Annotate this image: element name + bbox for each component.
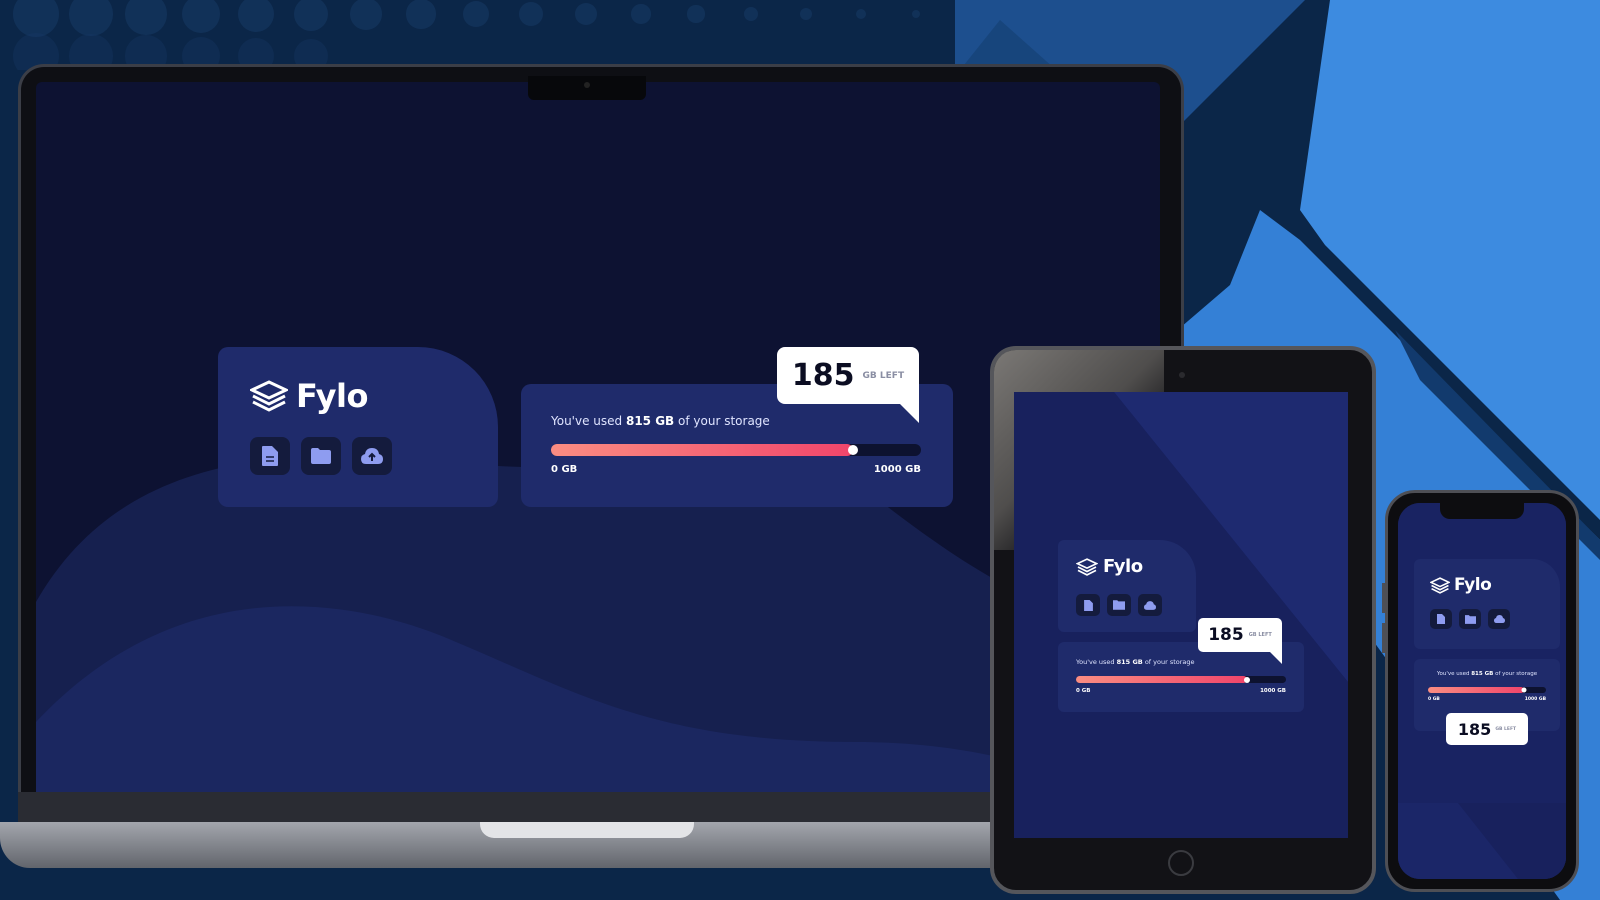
tablet-screen: Fylo You've used 815 GB of your storage … bbox=[1014, 392, 1348, 838]
remaining-value: 185 bbox=[791, 358, 855, 393]
storage-progress-bar bbox=[551, 444, 921, 456]
min-label: 0 GB bbox=[551, 464, 578, 475]
laptop-notch bbox=[528, 76, 646, 100]
laptop-camera bbox=[584, 82, 590, 88]
remaining-unit: GB LEFT bbox=[1248, 632, 1272, 638]
phone-fylo-logo: Fylo bbox=[1430, 575, 1492, 595]
cloud-upload-icon bbox=[1144, 600, 1156, 610]
logo-text: Fylo bbox=[1103, 556, 1143, 577]
folder-icon bbox=[1464, 614, 1476, 624]
progress-fill bbox=[551, 444, 853, 456]
remaining-bubble: 185 GB LEFT bbox=[1198, 618, 1282, 652]
storage-progress-bar bbox=[1076, 676, 1286, 683]
folder-button[interactable] bbox=[301, 437, 341, 475]
document-button[interactable] bbox=[1430, 609, 1452, 629]
remaining-value: 185 bbox=[1208, 625, 1244, 645]
phone-device: Fylo You've used 815 GB of your storage … bbox=[1382, 490, 1579, 892]
folder-button[interactable] bbox=[1459, 609, 1481, 629]
phone-screen: Fylo You've used 815 GB of your storage … bbox=[1398, 503, 1566, 879]
folder-icon bbox=[311, 448, 331, 464]
storage-limits: 0 GB 1000 GB bbox=[551, 464, 921, 475]
icon-button-row bbox=[250, 437, 392, 475]
document-button[interactable] bbox=[1076, 594, 1100, 616]
tablet-usage-panel: You've used 815 GB of your storage 0 GB … bbox=[1058, 642, 1304, 712]
min-label: 0 GB bbox=[1428, 697, 1440, 702]
storage-progress-bar bbox=[1428, 687, 1546, 693]
document-icon bbox=[1437, 614, 1445, 624]
progress-knob bbox=[1244, 676, 1251, 683]
min-label: 0 GB bbox=[1076, 688, 1091, 694]
tablet-brand-panel: Fylo bbox=[1058, 540, 1196, 632]
layers-logo-icon bbox=[250, 380, 288, 412]
tablet-home-button[interactable] bbox=[1168, 850, 1194, 876]
max-label: 1000 GB bbox=[873, 464, 921, 475]
storage-limits: 0 GB 1000 GB bbox=[1076, 688, 1286, 694]
phone-side-button[interactable] bbox=[1382, 623, 1385, 653]
folder-icon bbox=[1113, 600, 1125, 610]
folder-button[interactable] bbox=[1107, 594, 1131, 616]
upload-button[interactable] bbox=[352, 437, 392, 475]
remaining-value: 185 bbox=[1457, 719, 1492, 739]
document-button[interactable] bbox=[250, 437, 290, 475]
upload-button[interactable] bbox=[1138, 594, 1162, 616]
bubble-tail bbox=[900, 404, 919, 423]
tablet-device: Fylo You've used 815 GB of your storage … bbox=[990, 346, 1376, 894]
layers-logo-icon bbox=[1076, 557, 1098, 576]
upload-button[interactable] bbox=[1488, 609, 1510, 629]
progress-knob bbox=[847, 445, 858, 455]
document-icon bbox=[262, 446, 278, 466]
logo-text: Fylo bbox=[1454, 575, 1492, 595]
remaining-unit: GB LEFT bbox=[1495, 726, 1517, 732]
progress-knob bbox=[1521, 687, 1527, 693]
progress-fill bbox=[1076, 676, 1248, 683]
usage-text: You've used 815 GB of your storage bbox=[1076, 658, 1195, 666]
bubble-tail bbox=[1270, 652, 1282, 664]
logo-text: Fylo bbox=[296, 377, 368, 415]
brand-panel: Fylo bbox=[218, 347, 498, 507]
phone-icon-row bbox=[1430, 609, 1510, 629]
phone-brand-panel: Fylo bbox=[1414, 559, 1560, 649]
remaining-unit: GB LEFT bbox=[862, 370, 905, 381]
fylo-logo: Fylo bbox=[250, 377, 368, 415]
phone-side-button[interactable] bbox=[1382, 583, 1385, 613]
tablet-icon-row bbox=[1076, 594, 1162, 616]
tablet-camera bbox=[1179, 372, 1185, 378]
remaining-bubble: 185 GB LEFT bbox=[1446, 713, 1528, 745]
cloud-upload-icon bbox=[361, 448, 383, 464]
tablet-fylo-logo: Fylo bbox=[1076, 556, 1143, 577]
max-label: 1000 GB bbox=[1524, 697, 1546, 702]
phone-notch bbox=[1440, 503, 1524, 519]
max-label: 1000 GB bbox=[1260, 688, 1286, 694]
usage-text: You've used 815 GB of your storage bbox=[551, 414, 770, 428]
layers-logo-icon bbox=[1430, 576, 1450, 594]
storage-limits: 0 GB 1000 GB bbox=[1428, 697, 1546, 702]
progress-fill bbox=[1428, 687, 1525, 693]
document-icon bbox=[1083, 599, 1093, 611]
remaining-bubble: 185 GB LEFT bbox=[777, 347, 919, 404]
usage-text: You've used 815 GB of your storage bbox=[1436, 671, 1538, 677]
laptop-trackpad-notch bbox=[480, 822, 694, 838]
cloud-upload-icon bbox=[1493, 615, 1505, 623]
